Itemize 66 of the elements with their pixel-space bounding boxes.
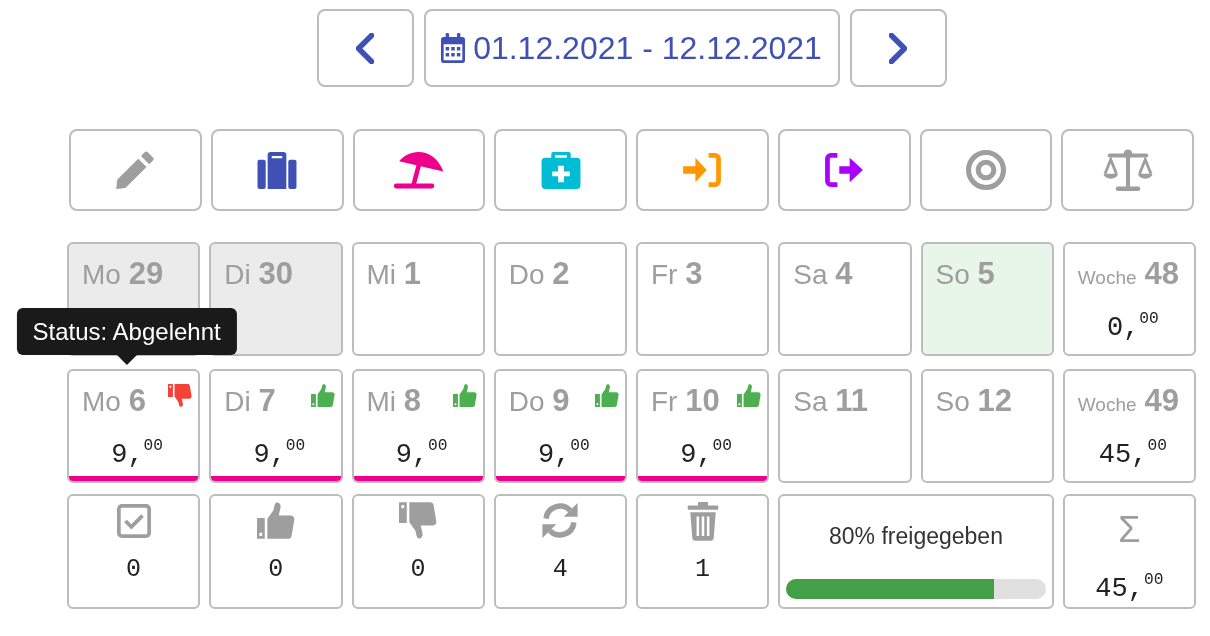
balance-button[interactable] <box>1061 129 1194 211</box>
day-label: Sa 4 <box>793 256 853 293</box>
day-label: Fr 10 <box>651 383 720 420</box>
previous-button[interactable] <box>316 9 414 87</box>
day-label: So 5 <box>935 256 995 293</box>
vacation-button[interactable] <box>352 129 486 211</box>
day-cell[interactable]: Sa 4 <box>778 242 912 356</box>
sigma-symbol: Σ <box>1118 510 1141 550</box>
day-cell[interactable]: Fr 10 9,$^{00}$ <box>636 369 770 483</box>
day-label: Mi 8 <box>366 383 422 420</box>
day-label: Fr 3 <box>651 256 703 293</box>
counter-value: 4 <box>552 555 568 585</box>
hours-value: 9,$^{00}$ <box>395 437 448 472</box>
hours-value: 9,$^{00}$ <box>253 437 306 472</box>
trash-icon <box>686 502 719 541</box>
day-label: Mi 1 <box>366 256 422 293</box>
day-cell[interactable]: Di 7 9,$^{00}$ <box>209 369 343 483</box>
arrival-button[interactable] <box>636 129 769 211</box>
next-button[interactable] <box>849 9 947 87</box>
thumbs-up-icon <box>256 502 295 539</box>
hours-value: 9,$^{00}$ <box>111 437 164 472</box>
day-label: Mo 29 <box>82 256 164 293</box>
calendar-icon <box>441 33 466 63</box>
counter-value: 0 <box>126 555 142 585</box>
thumbs-up-icon <box>452 384 477 407</box>
tooltip-arrow-icon <box>116 355 137 365</box>
hours-value: 9,$^{00}$ <box>680 437 733 472</box>
target-button[interactable] <box>919 129 1053 211</box>
week-label: Woche 49 <box>1077 383 1180 420</box>
departure-button[interactable] <box>777 129 911 211</box>
day-label: Do 2 <box>508 256 570 293</box>
day-cell[interactable]: Mi 8 9,$^{00}$ <box>351 369 485 483</box>
chevron-left-icon <box>356 32 374 64</box>
thumbs-up-icon <box>595 384 619 407</box>
thumbs-down-icon <box>168 384 193 407</box>
sync-icon <box>541 502 580 539</box>
thumbs-up-icon <box>737 384 762 407</box>
counter-value: 1 <box>695 555 711 585</box>
counter-value: 0 <box>410 555 426 585</box>
sick-button[interactable] <box>494 129 627 211</box>
thumbs-up-icon <box>310 384 335 407</box>
day-cell[interactable]: So 12 <box>920 369 1054 483</box>
day-label: Do 9 <box>508 383 570 420</box>
edit-button[interactable] <box>69 129 202 211</box>
day-label: Di 30 <box>224 256 293 293</box>
day-label: So 12 <box>935 383 1012 420</box>
trip-button[interactable] <box>210 129 344 211</box>
day-cell[interactable]: Mi 1 <box>351 242 485 356</box>
progress-label: 80% freigegeben <box>829 522 1003 551</box>
day-cell[interactable]: Do 9 9,$^{00}$ <box>493 369 627 483</box>
thumbs-down-icon <box>399 502 438 539</box>
day-label: Sa 11 <box>793 383 869 420</box>
day-cell[interactable]: Fr 3 <box>636 242 770 356</box>
chevron-right-icon <box>889 32 907 64</box>
day-cell[interactable]: Do 2 <box>493 242 627 356</box>
week-total: 0,$^{00}$ <box>1106 310 1159 345</box>
date-range-button[interactable]: 01.12.2021 - 12.12.2021 <box>423 9 840 87</box>
week-total: 45,$^{00}$ <box>1098 437 1167 472</box>
check-square-icon <box>116 504 151 538</box>
counter-value: 0 <box>268 555 284 585</box>
day-cell[interactable]: Sa 11 <box>778 369 912 483</box>
hours-value: 9,$^{00}$ <box>537 437 590 472</box>
day-cell[interactable]: So 5 <box>920 242 1054 356</box>
week-label: Woche 48 <box>1077 256 1180 293</box>
total-value: 45,$^{00}$ <box>1095 571 1164 606</box>
day-label: Mo 6 <box>82 383 146 420</box>
